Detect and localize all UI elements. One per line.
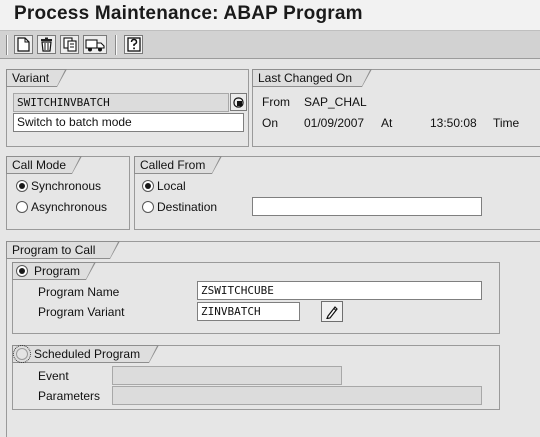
- open-icon: [233, 96, 244, 108]
- copy-icon: [62, 37, 77, 52]
- scheduled-program-tab: Scheduled Program: [12, 345, 159, 363]
- delete-icon: [41, 37, 52, 52]
- from-label: From: [262, 95, 290, 109]
- changed-by-value: SAP_CHAL: [304, 95, 367, 109]
- delete-button[interactable]: [37, 35, 56, 54]
- changed-date-value: 01/09/2007: [304, 116, 365, 130]
- new-document-icon: [17, 37, 30, 52]
- program-variant-field[interactable]: ZINVBATCH: [197, 302, 300, 321]
- synchronous-radio[interactable]: [16, 180, 28, 192]
- transport-truck-icon: [85, 38, 105, 51]
- parameters-label: Parameters: [38, 389, 101, 403]
- on-label: On: [262, 116, 279, 130]
- last-changed-tab: Last Changed On: [252, 69, 372, 87]
- program-to-call-tab: Program to Call: [6, 241, 120, 259]
- destination-label: Destination: [157, 200, 218, 214]
- at-label: At: [381, 116, 393, 130]
- toolbar-separator: [6, 35, 8, 55]
- asynchronous-label: Asynchronous: [31, 200, 108, 214]
- destination-radio[interactable]: [142, 201, 154, 213]
- destination-field[interactable]: [252, 197, 482, 216]
- changed-time-value: 13:50:08: [430, 116, 477, 130]
- local-label: Local: [157, 179, 186, 193]
- synchronous-label: Synchronous: [31, 179, 102, 193]
- asynchronous-radio[interactable]: [16, 201, 28, 213]
- title-bar: Process Maintenance: ABAP Program: [0, 0, 540, 30]
- call-mode-tab: Call Mode: [6, 156, 82, 174]
- copy-button[interactable]: [60, 35, 79, 54]
- parameters-field[interactable]: [112, 386, 482, 405]
- help-button[interactable]: [124, 35, 143, 54]
- variant-description-field[interactable]: Switch to batch mode: [13, 113, 244, 132]
- variant-name-field[interactable]: SWITCHINVBATCH: [13, 93, 229, 112]
- program-name-label: Program Name: [38, 285, 120, 299]
- pencil-icon: [326, 305, 338, 319]
- program-name-field[interactable]: ZSWITCHCUBE: [197, 281, 482, 300]
- scheduled-program-radio[interactable]: [13, 345, 31, 363]
- program-radio[interactable]: [16, 265, 28, 277]
- event-label: Event: [38, 369, 69, 383]
- help-icon: [126, 37, 141, 52]
- time-label: Time: [493, 116, 520, 130]
- called-from-tab: Called From: [134, 156, 222, 174]
- new-document-button[interactable]: [14, 35, 33, 54]
- toolbar-separator: [115, 35, 117, 55]
- application-toolbar: [0, 30, 540, 59]
- program-variant-label: Program Variant: [38, 305, 125, 319]
- transport-button[interactable]: [83, 35, 107, 54]
- variant-tab: Variant: [6, 69, 67, 87]
- event-field[interactable]: [112, 366, 342, 385]
- variant-lookup-button[interactable]: [230, 93, 247, 111]
- local-radio[interactable]: [142, 180, 154, 192]
- edit-variant-button[interactable]: [321, 301, 343, 322]
- page-title: Process Maintenance: ABAP Program: [14, 3, 363, 24]
